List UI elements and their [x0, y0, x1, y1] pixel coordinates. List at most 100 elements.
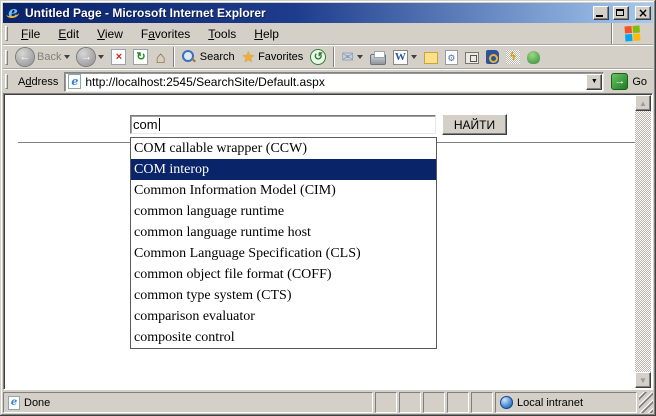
status-panel	[375, 392, 397, 413]
close-icon: ×	[637, 6, 649, 20]
search-icon	[181, 49, 197, 65]
address-grip-handle[interactable]	[5, 74, 8, 89]
intranet-globe-icon	[500, 396, 513, 409]
favorites-button[interactable]: ★ Favorites	[239, 48, 307, 67]
back-button[interactable]: ← Back	[13, 46, 73, 68]
status-message: Done	[24, 396, 51, 409]
standard-toolbar: ← Back → × ↻ ⌂ Search ★ Favorites ↺ ✉ W …	[3, 45, 653, 69]
media-button[interactable]	[462, 48, 482, 66]
scrollbar-track[interactable]	[635, 111, 651, 372]
go-label: Go	[632, 75, 647, 88]
suggestion-item[interactable]: Common Language Specification (CLS)	[131, 243, 436, 264]
resize-grip[interactable]	[639, 392, 653, 413]
suggestion-item[interactable]: common language runtime	[131, 201, 436, 222]
address-input[interactable]: e http://localhost:2545/SearchSite/Defau…	[64, 71, 605, 92]
stop-button[interactable]: ×	[108, 47, 129, 67]
stop-icon: ×	[111, 49, 127, 65]
search-query-input[interactable]: com	[130, 115, 436, 134]
window-title: Untitled Page - Microsoft Internet Explo…	[25, 6, 266, 20]
menu-items: File Edit View Favorites Tools Help	[12, 24, 288, 44]
messenger-button[interactable]	[524, 49, 543, 66]
find-button[interactable]: НАЙТИ	[442, 114, 507, 135]
menu-item-view[interactable]: View	[88, 24, 132, 44]
security-zone-panel: Local intranet	[495, 392, 637, 413]
print-button[interactable]	[367, 48, 389, 67]
suggestion-item[interactable]: COM interop	[131, 159, 436, 180]
scroll-up-button[interactable]: ▲	[635, 95, 651, 111]
status-small-panels	[375, 392, 493, 413]
home-button[interactable]: ⌂	[152, 47, 168, 68]
minimize-button[interactable]	[593, 6, 609, 20]
maximize-button[interactable]	[613, 6, 629, 20]
toolbar-separator	[172, 47, 174, 67]
status-panel	[399, 392, 421, 413]
mail-icon: ✉	[341, 48, 354, 66]
favorites-label: Favorites	[258, 51, 304, 63]
toolbar-grip-handle[interactable]	[5, 49, 8, 65]
ie-logo-icon: e	[5, 5, 21, 21]
suggestion-item[interactable]: comparison evaluator	[131, 306, 436, 327]
edit-dropdown-icon	[410, 55, 417, 59]
suggestion-item[interactable]: COM callable wrapper (CCW)	[131, 138, 436, 159]
address-dropdown-button[interactable]: ▼	[586, 73, 603, 90]
search-label: Search	[199, 51, 235, 63]
back-label: Back	[37, 51, 62, 63]
address-bar: Address e http://localhost:2545/SearchSi…	[3, 69, 653, 93]
mail-button[interactable]: ✉	[338, 48, 366, 67]
suggestion-item[interactable]: common object file format (COFF)	[131, 264, 436, 285]
status-message-panel: e Done	[3, 392, 373, 413]
grid-lightning-icon: ϟ	[505, 50, 520, 64]
menu-item-file[interactable]: File	[12, 24, 49, 44]
address-label: Address	[18, 75, 59, 88]
search-button[interactable]: Search	[178, 47, 238, 67]
menu-grip-handle[interactable]	[5, 26, 8, 41]
research-button[interactable]	[483, 48, 502, 66]
discuss-note-icon	[423, 52, 438, 64]
menu-item-favorites[interactable]: Favorites	[132, 24, 199, 44]
scroll-down-button[interactable]: ▼	[635, 372, 651, 388]
home-icon: ⌂	[155, 47, 166, 67]
menu-item-help[interactable]: Help	[245, 24, 288, 44]
go-arrow-icon: →	[611, 73, 629, 90]
status-bar: e Done Local intranet	[3, 392, 653, 413]
page-icon: e	[68, 74, 82, 89]
forward-dropdown-icon	[98, 55, 105, 59]
go-button[interactable]: → Go	[608, 73, 650, 90]
edit-with-word-button[interactable]: W	[390, 48, 420, 67]
browser-window: e Untitled Page - Microsoft Internet Exp…	[0, 0, 656, 416]
security-zone-label: Local intranet	[517, 396, 584, 409]
status-panel	[471, 392, 493, 413]
suggestion-item[interactable]: common language runtime host	[131, 222, 436, 243]
word-icon: W	[392, 49, 408, 65]
history-button[interactable]: ↺	[307, 47, 329, 67]
back-icon: ←	[16, 48, 34, 66]
toolbar-separator	[333, 47, 335, 67]
favorites-star-icon: ★	[241, 48, 256, 66]
search-query-value: com	[133, 117, 158, 132]
history-icon: ↺	[310, 49, 327, 65]
minimize-icon	[596, 15, 603, 17]
debug-tool-button[interactable]: ϟ	[503, 48, 523, 66]
throbber-panel	[611, 23, 653, 44]
refresh-button[interactable]: ↻	[130, 47, 151, 67]
forward-icon: →	[77, 48, 96, 66]
messenger-icon	[526, 50, 540, 64]
page-content: com НАЙТИ COM callable wrapper (CCW) COM …	[3, 93, 653, 390]
close-button[interactable]: ×	[635, 6, 651, 20]
suggestion-item[interactable]: common type system (CTS)	[131, 285, 436, 306]
menu-item-tools[interactable]: Tools	[199, 24, 245, 44]
suggestion-item[interactable]: Common Information Model (CIM)	[131, 180, 436, 201]
suggestion-item[interactable]: composite control	[131, 327, 436, 348]
page-gear-icon: ⚙	[444, 49, 458, 65]
windows-logo-icon	[624, 25, 641, 42]
print-icon	[369, 50, 386, 65]
discuss-button[interactable]	[421, 48, 441, 66]
forward-button[interactable]: →	[74, 46, 107, 68]
title-bar[interactable]: e Untitled Page - Microsoft Internet Exp…	[3, 3, 653, 23]
back-dropdown-icon	[64, 55, 71, 59]
status-panel	[423, 392, 445, 413]
menu-item-edit[interactable]: Edit	[49, 24, 88, 44]
text-caret	[158, 118, 160, 131]
maximize-icon	[616, 9, 624, 16]
edit-page-button[interactable]: ⚙	[442, 48, 461, 67]
